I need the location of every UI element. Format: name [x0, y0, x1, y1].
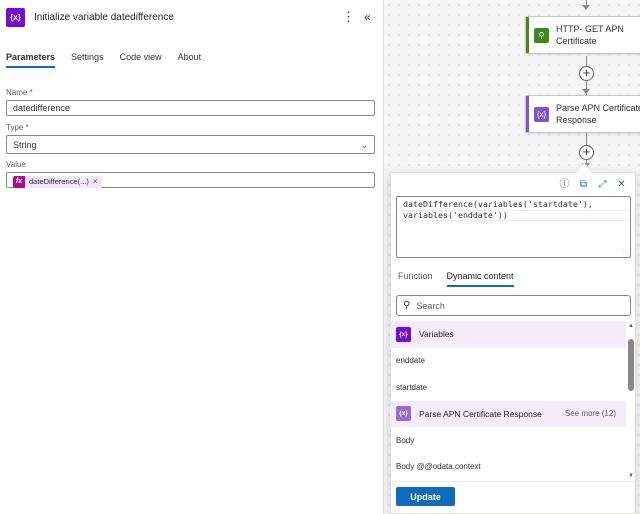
more-options-icon[interactable]: ⋮: [342, 9, 355, 25]
expression-editor[interactable]: dateDifference(variables('startdate'), va…: [396, 196, 631, 258]
group-header-variables[interactable]: {x} Variables: [390, 321, 626, 348]
info-icon[interactable]: ⓘ: [558, 178, 571, 191]
update-button[interactable]: Update: [396, 487, 455, 506]
list-item-enddate[interactable]: enddate: [390, 348, 626, 375]
panel-title[interactable]: Initialize variable datedifference: [34, 12, 174, 23]
tab-parameters[interactable]: Parameters: [6, 52, 56, 68]
see-more-link[interactable]: See more (12): [565, 409, 616, 418]
variable-icon: {x}: [396, 326, 411, 342]
connector-arrow: [582, 89, 590, 94]
tab-about[interactable]: About: [178, 52, 202, 68]
group-label: Variables: [419, 329, 454, 340]
action-details-panel: [0, 0, 384, 514]
copy-icon[interactable]: ⧉: [577, 178, 590, 191]
type-select-value: String: [13, 139, 37, 150]
parse-json-icon: {x}: [534, 106, 549, 122]
list-scrollbar[interactable]: ▲ ▼: [626, 321, 636, 481]
scroll-up-icon[interactable]: ▲: [628, 323, 634, 329]
remove-token-icon[interactable]: ×: [93, 175, 98, 189]
search-icon: ⚲: [403, 300, 411, 311]
expression-token[interactable]: fx dateDifference(...) ×: [13, 176, 102, 188]
value-field[interactable]: fx dateDifference(...) ×: [6, 172, 375, 188]
action-card-parse-apn-certificate-response[interactable]: {x} Parse APN Certificate Response: [525, 95, 640, 133]
type-label: Type *: [6, 123, 29, 132]
dynamic-content-search[interactable]: ⚲ Search: [396, 295, 631, 316]
action-accent-bar: [526, 96, 529, 132]
popup-toolbar: ⓘ ⧉ ⤢ ✕: [558, 178, 628, 191]
function-icon: fx: [13, 176, 25, 188]
variable-icon: {x}: [6, 8, 25, 27]
popup-tabs: Function Dynamic content: [398, 271, 528, 287]
action-card-http-get-apn-certificate[interactable]: ⚲ HTTP- GET APN Certificate: [525, 16, 640, 54]
tab-code-view[interactable]: Code view: [120, 52, 162, 68]
scroll-down-icon[interactable]: ▼: [628, 473, 634, 479]
value-label: Value: [6, 160, 26, 169]
collapse-panel-icon[interactable]: «: [364, 9, 371, 25]
scrollbar-thumb[interactable]: [628, 339, 634, 391]
action-accent-bar: [526, 17, 529, 53]
resize-grip-icon[interactable]: ⋱: [622, 249, 629, 256]
tab-function[interactable]: Function: [398, 271, 433, 287]
panel-tabs: Parameters Settings Code view About: [6, 52, 217, 68]
tab-settings[interactable]: Settings: [71, 52, 104, 68]
panel-header: {x} Initialize variable datedifference ⋮…: [6, 8, 378, 28]
list-item-startdate[interactable]: startdate: [390, 374, 626, 401]
tab-dynamic-content[interactable]: Dynamic content: [446, 271, 514, 287]
name-field[interactable]: datedifference: [6, 100, 375, 116]
http-icon: ⚲: [534, 27, 549, 43]
expression-token-label: dateDifference(...): [29, 177, 89, 186]
group-header-parse-apn-certificate-response[interactable]: {x} Parse APN Certificate Response See m…: [390, 400, 626, 427]
action-title: Parse APN Certificate Response: [556, 103, 640, 125]
connector-arrow: [582, 5, 590, 10]
expression-code[interactable]: dateDifference(variables('startdate'), va…: [403, 199, 593, 221]
action-title: HTTP- GET APN Certificate: [556, 24, 624, 46]
name-label: Name *: [6, 88, 33, 97]
parse-json-icon: {x}: [396, 406, 411, 422]
add-step-button[interactable]: +: [579, 145, 594, 160]
expand-icon[interactable]: ⤢: [596, 178, 609, 191]
search-input[interactable]: Search: [416, 301, 445, 311]
list-item-body-odata-context[interactable]: Body @@odata.context: [390, 454, 626, 481]
list-item-body[interactable]: Body: [390, 427, 626, 454]
close-icon[interactable]: ✕: [615, 178, 628, 191]
type-select[interactable]: String ⌄: [6, 135, 375, 154]
chevron-down-icon: ⌄: [360, 139, 368, 150]
dynamic-content-list: {x} Variables enddate startdate {x} Pars…: [390, 321, 626, 481]
add-step-button[interactable]: +: [579, 66, 594, 81]
group-label: Parse APN Certificate Response: [419, 408, 542, 419]
